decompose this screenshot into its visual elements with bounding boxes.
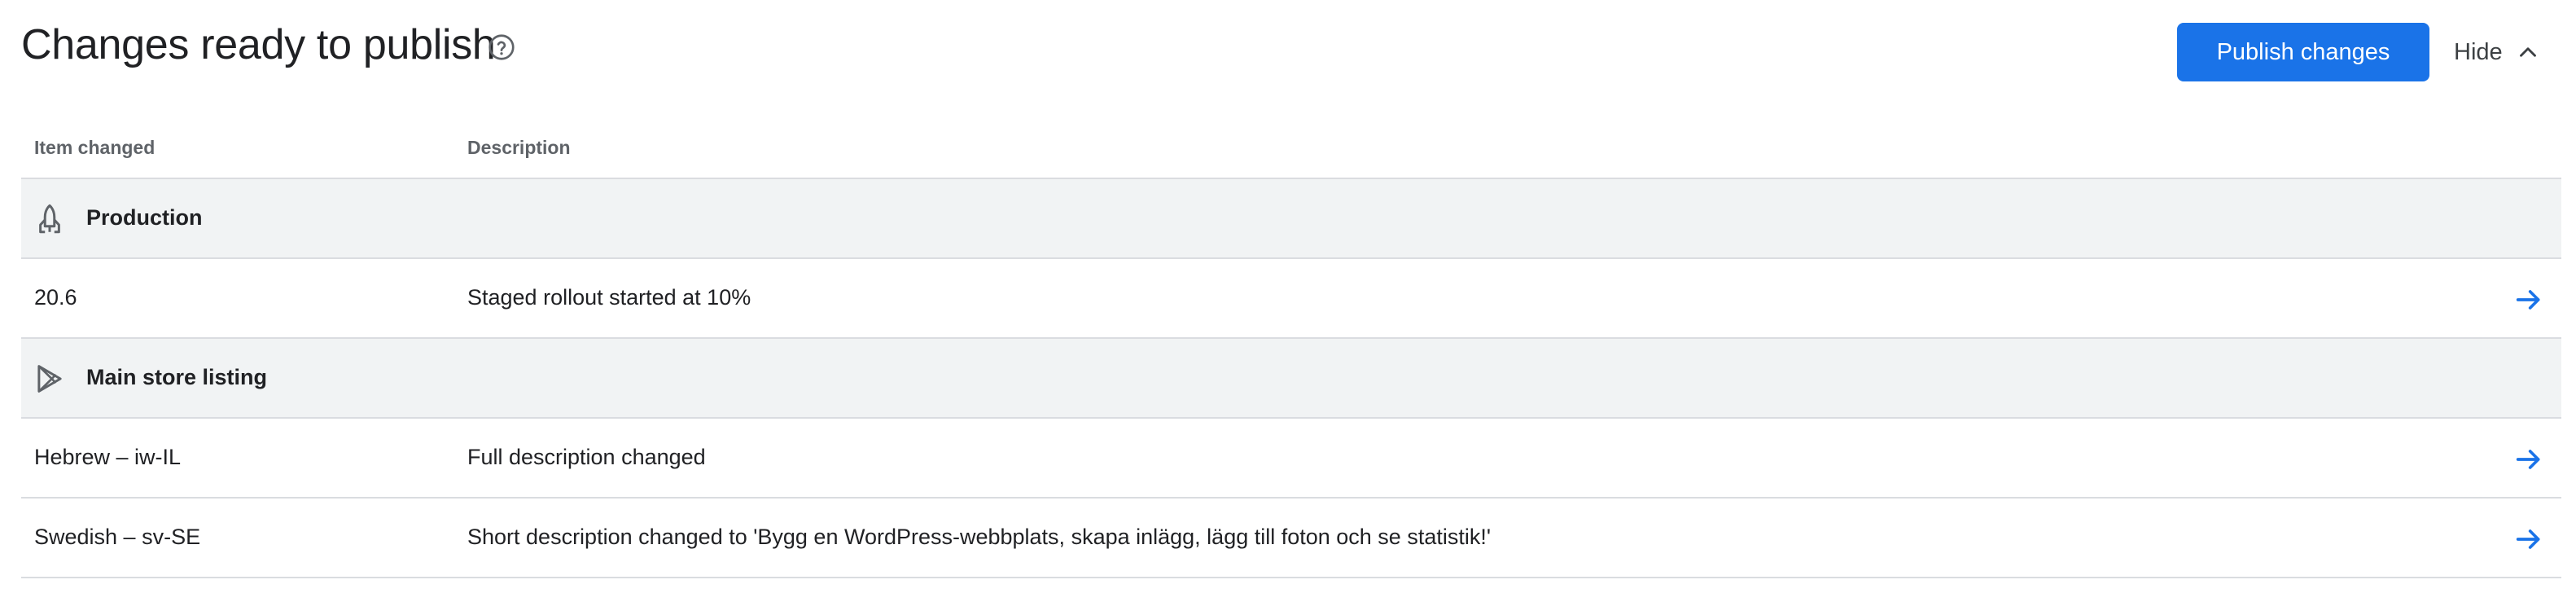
item-cell: Swedish – sv-SE: [34, 525, 201, 549]
table-row[interactable]: 20.6 Staged rollout started at 10%: [21, 259, 2561, 339]
arrow-right-icon[interactable]: [2512, 443, 2545, 476]
group-label: Production: [86, 205, 203, 230]
description-cell: Full description changed: [467, 445, 706, 469]
item-cell: Hebrew – iw-IL: [34, 445, 182, 469]
item-cell: 20.6: [34, 285, 77, 310]
play-store-icon: [37, 365, 62, 393]
hide-button[interactable]: Hide: [2444, 23, 2566, 81]
column-header-description: Description: [467, 137, 571, 158]
rocket-icon: [39, 204, 60, 234]
table-row[interactable]: Swedish – sv-SE Short description change…: [21, 499, 2561, 578]
arrow-right-icon[interactable]: [2512, 523, 2545, 556]
arrow-right-icon[interactable]: [2512, 283, 2545, 316]
table-row[interactable]: Hebrew – iw-IL Full description changed: [21, 419, 2561, 499]
publish-changes-button[interactable]: Publish changes: [2177, 23, 2429, 81]
group-row-production: Production: [21, 179, 2561, 259]
table-header: Item changed Description: [21, 122, 2561, 179]
changes-table: Item changed Description Production 20.6…: [21, 122, 2561, 578]
description-cell: Staged rollout started at 10%: [467, 285, 751, 310]
group-row-main-store-listing: Main store listing: [21, 339, 2561, 419]
description-cell: Short description changed to 'Bygg en Wo…: [467, 525, 1492, 549]
page-title: Changes ready to publish: [21, 21, 496, 68]
chevron-up-icon: [2519, 47, 2536, 57]
column-header-item: Item changed: [34, 137, 156, 158]
publish-panel: Changes ready to publish Publish changes…: [0, 0, 2576, 593]
hide-button-label: Hide: [2454, 38, 2503, 65]
help-icon[interactable]: [487, 33, 516, 62]
group-label: Main store listing: [86, 365, 268, 389]
